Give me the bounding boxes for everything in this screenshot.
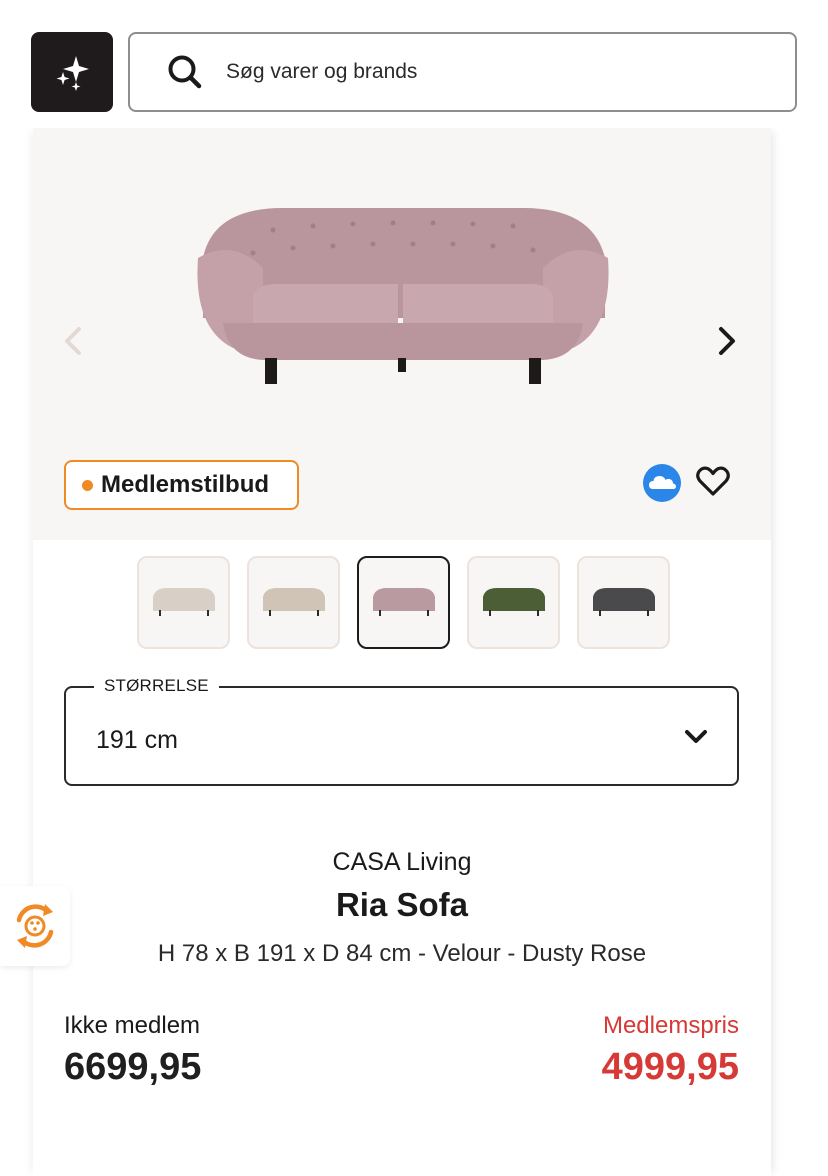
next-image-arrow-icon[interactable]: [713, 324, 741, 358]
regular-price-block: Ikke medlem 6699,95: [64, 1012, 201, 1089]
size-select[interactable]: STØRRELSE 191 cm: [64, 676, 739, 786]
product-image-gallery: Medlemstilbud: [33, 128, 771, 540]
cloud-icon[interactable]: [642, 463, 682, 503]
previous-image-arrow-icon[interactable]: [59, 324, 87, 358]
product-title: Ria Sofa: [335, 886, 469, 923]
size-select-label: STØRRELSE: [94, 676, 219, 696]
color-thumbnails: [137, 556, 670, 650]
product-image[interactable]: [193, 198, 613, 388]
chevron-down-icon: [685, 730, 707, 743]
product-description: H 78 x B 191 x D 84 cm - Velour - Dusty …: [157, 940, 647, 967]
badge-label: Medlemstilbud: [101, 471, 270, 498]
size-select-value: 191 cm: [96, 726, 178, 754]
sync-icon: [16, 904, 54, 948]
product-brand[interactable]: CASA Living: [33, 848, 771, 877]
floating-sync-widget[interactable]: [0, 886, 70, 966]
member-price-value: 4999,95: [601, 1046, 739, 1088]
member-offer-badge: Medlemstilbud: [64, 460, 299, 510]
heart-icon[interactable]: [695, 464, 731, 498]
search-icon: [168, 55, 202, 89]
search-placeholder: Søg varer og brands: [226, 60, 418, 83]
ai-assistant-button[interactable]: [31, 32, 113, 112]
thumbnail-beige[interactable]: [137, 556, 230, 649]
sparkles-icon: [56, 56, 89, 91]
thumbnail-dusty-rose[interactable]: [357, 556, 450, 649]
top-bar: Søg varer og brands: [0, 0, 828, 128]
thumbnail-dark-grey[interactable]: [577, 556, 670, 649]
regular-price-value: 6699,95: [64, 1046, 202, 1088]
thumbnail-green[interactable]: [467, 556, 560, 649]
badge-dot: [82, 479, 93, 491]
product-card: Medlemstilbud STØRRELSE 191 cm CASA Livi…: [33, 128, 771, 1176]
regular-price-label: Ikke medlem: [64, 1012, 201, 1039]
thumbnail-beige-tufted[interactable]: [247, 556, 340, 649]
member-price-block: Medlemspris 4999,95: [602, 1012, 739, 1089]
member-price-label: Medlemspris: [602, 1012, 739, 1039]
search-input[interactable]: Søg varer og brands: [128, 32, 797, 112]
